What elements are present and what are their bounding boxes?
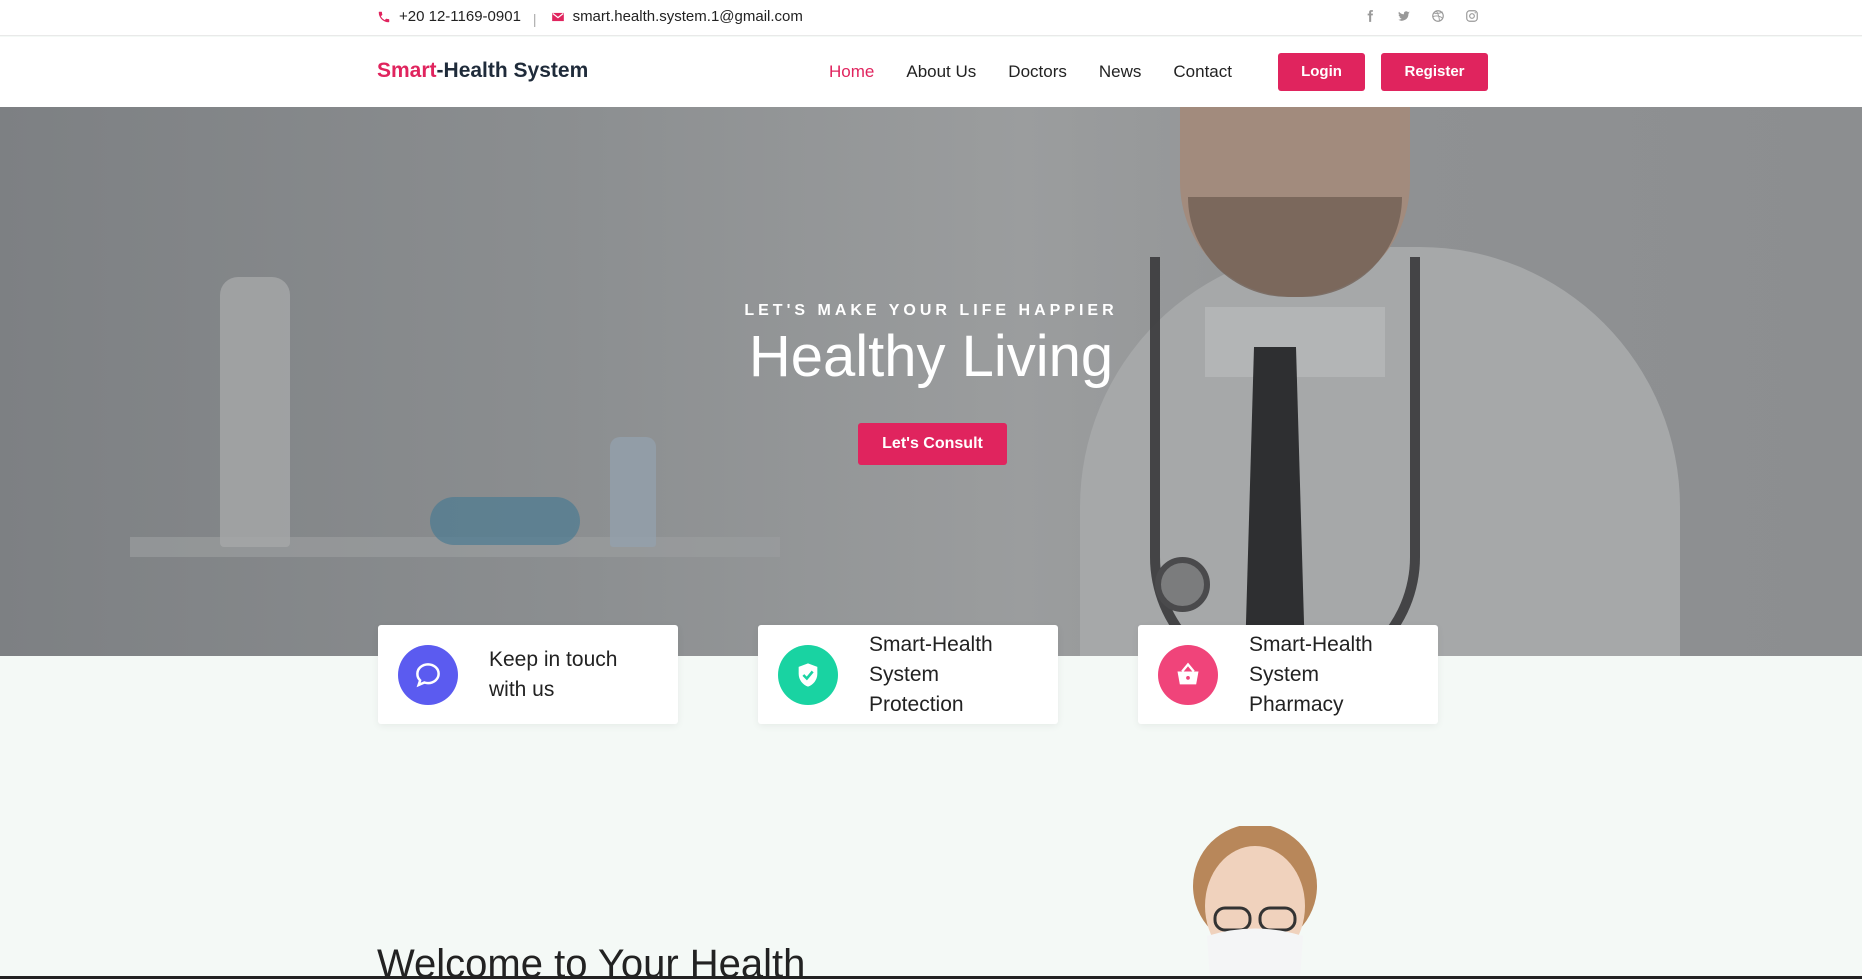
mail-icon <box>551 12 564 21</box>
feature-label: Smart-Health System Pharmacy <box>1249 632 1373 716</box>
top-bar: +20 12-1169-0901 | smart.health.system.1… <box>0 0 1862 36</box>
nav-about-us[interactable]: About Us <box>906 62 976 82</box>
hero-title: Healthy Living <box>748 324 1114 389</box>
nav-home[interactable]: Home <box>829 62 874 82</box>
feature-icon-circle <box>398 645 458 705</box>
hero-tagline: LET'S MAKE YOUR LIFE HAPPIER <box>744 302 1118 319</box>
hero-section: LET'S MAKE YOUR LIFE HAPPIER Healthy Liv… <box>0 107 1862 656</box>
logo-rest: -Health System <box>436 59 589 82</box>
feature-icon-circle <box>778 645 838 705</box>
consult-button[interactable]: Let's Consult <box>858 423 1007 465</box>
shield-icon <box>798 663 818 687</box>
phone-number: +20 12-1169-0901 <box>399 8 521 25</box>
phone-icon <box>378 11 390 22</box>
twitter-icon[interactable] <box>1397 9 1411 23</box>
social-links <box>1363 9 1479 23</box>
stethoscope-head-image <box>1155 557 1210 612</box>
basket-icon <box>1177 662 1199 685</box>
facebook-icon[interactable] <box>1363 9 1377 23</box>
separator: | <box>532 10 537 27</box>
feature-label: Keep in touch with us <box>489 647 618 701</box>
site-logo[interactable]: Smart-Health System <box>377 59 588 83</box>
welcome-title: Welcome to Your Health <box>377 942 806 979</box>
feature-card-protection[interactable]: Smart-Health System Protection <box>758 625 1058 724</box>
logo-accent: Smart <box>377 59 437 82</box>
feature-card-pharmacy[interactable]: Smart-Health System Pharmacy <box>1138 625 1438 724</box>
nurse-image <box>1193 826 1317 979</box>
main-nav: Home About Us Doctors News Contact <box>829 37 1264 107</box>
hero-bottle-image <box>610 437 656 547</box>
nav-doctors[interactable]: Doctors <box>1008 62 1067 82</box>
email-address: smart.health.system.1@gmail.com <box>572 8 803 25</box>
chat-icon <box>416 663 440 688</box>
login-button[interactable]: Login <box>1278 53 1365 91</box>
feature-label: Smart-Health System Protection <box>869 632 993 716</box>
feature-card-contact[interactable]: Keep in touch with us <box>378 625 678 724</box>
phone-item[interactable]: +20 12-1169-0901 <box>377 8 521 25</box>
dribbble-icon[interactable] <box>1431 9 1445 23</box>
nav-contact[interactable]: Contact <box>1173 62 1232 82</box>
feature-icon-circle <box>1158 645 1218 705</box>
main-header: Smart-Health System Home About Us Doctor… <box>0 37 1862 107</box>
contact-info: +20 12-1169-0901 | smart.health.system.1… <box>377 8 803 27</box>
email-item[interactable]: smart.health.system.1@gmail.com <box>551 8 803 25</box>
instagram-icon[interactable] <box>1465 9 1479 23</box>
hero-gloves-image <box>430 497 580 545</box>
nav-news[interactable]: News <box>1099 62 1142 82</box>
register-button[interactable]: Register <box>1381 53 1488 91</box>
